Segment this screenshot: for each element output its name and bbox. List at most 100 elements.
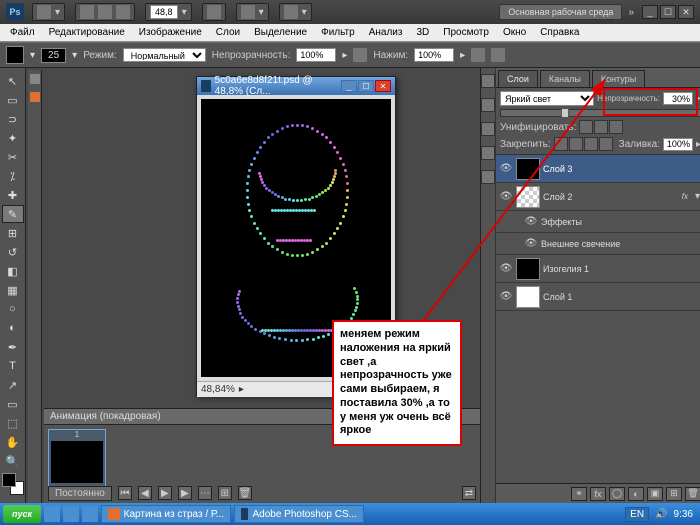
visibility-icon[interactable]: 👁 <box>499 162 513 176</box>
layer-thumbnail[interactable] <box>516 186 540 208</box>
menu-select[interactable]: Выделение <box>248 25 313 40</box>
tool-preset-icon[interactable] <box>6 46 24 64</box>
delete-layer-button[interactable]: 🗑 <box>685 487 700 501</box>
dock-swatches-icon[interactable] <box>481 146 495 160</box>
layer-row[interactable]: 👁 Слой 1 <box>496 283 700 311</box>
fx-badge[interactable]: fx <box>682 192 692 201</box>
zoom-group[interactable]: 48,8▾ <box>145 3 192 21</box>
tween-button[interactable]: ⋯ <box>198 486 212 500</box>
heal-tool[interactable]: ✚ <box>2 186 24 204</box>
gradient-tool[interactable]: ▦ <box>2 281 24 299</box>
lock-pixels-icon[interactable] <box>569 137 583 151</box>
new-layer-button[interactable]: ⊞ <box>666 487 682 501</box>
layer-opacity-field[interactable] <box>663 92 693 105</box>
lock-all-icon[interactable] <box>599 137 613 151</box>
visibility-icon[interactable]: 👁 <box>524 237 538 251</box>
dock-history-icon[interactable] <box>481 74 495 88</box>
doc-maximize-button[interactable]: ☐ <box>358 80 374 92</box>
dock-color-icon[interactable] <box>481 122 495 136</box>
close-button[interactable]: ✕ <box>678 5 694 19</box>
zoom-tool[interactable]: 🔍 <box>2 452 24 470</box>
prev-frame-button[interactable]: ◀ <box>138 486 152 500</box>
dock-icon[interactable] <box>30 74 40 84</box>
layer-name[interactable]: Изогелия 1 <box>543 264 589 274</box>
link-layers-button[interactable]: ⚭ <box>571 487 587 501</box>
play-button[interactable]: ▶ <box>158 486 172 500</box>
tab-paths[interactable]: Контуры <box>592 70 645 87</box>
opacity-slider[interactable] <box>500 109 700 117</box>
screen-mode-group[interactable]: ▾ <box>279 3 312 21</box>
type-tool[interactable]: T <box>2 357 24 375</box>
quicklaunch-icon[interactable] <box>82 506 98 522</box>
adjustment-layer-button[interactable]: ◐ <box>628 487 644 501</box>
menu-view[interactable]: Просмотр <box>437 25 495 40</box>
quicklaunch-icon[interactable] <box>44 506 60 522</box>
lasso-tool[interactable]: ⊃ <box>2 110 24 128</box>
clock[interactable]: 9:36 <box>674 509 693 520</box>
dock-actions-icon[interactable] <box>481 98 495 112</box>
wand-tool[interactable]: ✦ <box>2 129 24 147</box>
hand-tool[interactable]: ✋ <box>2 433 24 451</box>
taskbar-item[interactable]: Картина из страз / Р... <box>101 505 231 523</box>
layer-mask-button[interactable]: ◯ <box>609 487 625 501</box>
menu-window[interactable]: Окно <box>497 25 532 40</box>
visibility-icon[interactable]: 👁 <box>499 190 513 204</box>
move-tool[interactable]: ↖ <box>2 72 24 90</box>
lock-position-icon[interactable] <box>584 137 598 151</box>
history-brush-tool[interactable]: ↺ <box>2 243 24 261</box>
maximize-button[interactable]: ☐ <box>660 5 676 19</box>
layer-name[interactable]: Слой 2 <box>543 192 572 202</box>
layers-list[interactable]: 👁 Слой 3 👁 Слой 2 fx▾ 👁 Эффекты 👁 Внешне <box>496 155 700 483</box>
layer-row[interactable]: 👁 Слой 2 fx▾ <box>496 183 700 211</box>
opacity-flyout-icon[interactable]: ▸ <box>696 93 700 104</box>
tray-icon[interactable]: 🔊 <box>655 509 667 520</box>
start-button[interactable]: пуск <box>3 505 41 523</box>
menu-analysis[interactable]: Анализ <box>363 25 409 40</box>
airbrush-icon[interactable] <box>471 48 485 62</box>
collapsed-panel-dock-left[interactable] <box>28 70 42 503</box>
language-indicator[interactable]: EN <box>625 507 649 522</box>
brush-tool[interactable]: ✎ <box>2 205 24 223</box>
path-tool[interactable]: ↗ <box>2 376 24 394</box>
new-frame-button[interactable]: ⊞ <box>218 486 232 500</box>
opacity-field[interactable] <box>296 48 336 62</box>
tab-channels[interactable]: Каналы <box>540 70 590 87</box>
view-extras-group[interactable] <box>75 3 135 21</box>
menu-help[interactable]: Справка <box>534 25 585 40</box>
layer-effect-row[interactable]: 👁 Эффекты <box>496 211 700 233</box>
menu-3d[interactable]: 3D <box>410 25 435 40</box>
convert-timeline-button[interactable]: ⇄ <box>462 486 476 500</box>
document-titlebar[interactable]: 5c0a6e8d8f21t.psd @ 48,8% (Сл... _ ☐ ✕ <box>197 77 395 95</box>
minimize-button[interactable]: _ <box>642 5 658 19</box>
marquee-tool[interactable]: ▭ <box>2 91 24 109</box>
delete-frame-button[interactable]: 🗑 <box>238 486 252 500</box>
unify-position-icon[interactable] <box>579 120 593 134</box>
color-swatches[interactable] <box>2 473 24 495</box>
crop-tool[interactable]: ✂ <box>2 148 24 166</box>
eraser-tool[interactable]: ◧ <box>2 262 24 280</box>
dodge-tool[interactable]: ◐ <box>2 319 24 337</box>
menu-filter[interactable]: Фильтр <box>315 25 361 40</box>
pen-tool[interactable]: ✒ <box>2 338 24 356</box>
shape-tool[interactable]: ▭ <box>2 395 24 413</box>
unify-visibility-icon[interactable] <box>594 120 608 134</box>
visibility-icon[interactable]: 👁 <box>524 215 538 229</box>
bridge-group[interactable]: ▾ <box>32 3 65 21</box>
quicklaunch-icon[interactable] <box>63 506 79 522</box>
doc-close-button[interactable]: ✕ <box>375 80 391 92</box>
menu-file[interactable]: Файл <box>4 25 41 40</box>
layer-thumbnail[interactable] <box>516 158 540 180</box>
stamp-tool[interactable]: ⊞ <box>2 224 24 242</box>
zoom-status[interactable]: 48,84% <box>201 384 235 395</box>
lock-transparency-icon[interactable] <box>554 137 568 151</box>
dock-icon[interactable] <box>30 92 40 102</box>
3d-tool[interactable]: ⬚ <box>2 414 24 432</box>
layer-style-button[interactable]: fx <box>590 487 606 501</box>
brush-size[interactable]: 25 <box>41 48 66 63</box>
layer-name[interactable]: Слой 3 <box>543 164 572 174</box>
mode-select[interactable]: Нормальный <box>123 48 206 62</box>
tablet-opacity-icon[interactable] <box>353 48 367 62</box>
group-button[interactable]: ▣ <box>647 487 663 501</box>
tab-layers[interactable]: Слои <box>498 70 538 87</box>
menu-layer[interactable]: Слои <box>210 25 246 40</box>
